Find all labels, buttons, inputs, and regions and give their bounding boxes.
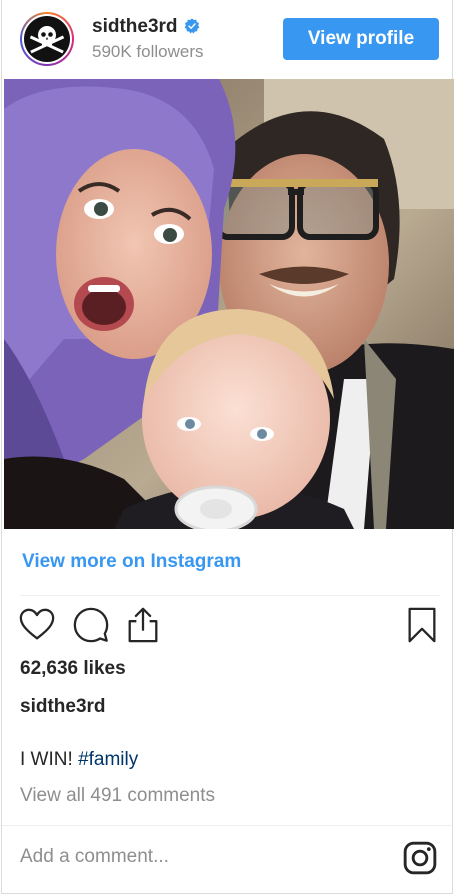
bookmark-icon[interactable] xyxy=(403,606,441,644)
username[interactable]: sidthe3rd xyxy=(92,16,200,38)
view-all-comments-link[interactable]: View all 491 comments xyxy=(20,785,215,807)
caption: I WIN! #family xyxy=(20,749,138,771)
instagram-embed: sidthe3rd 590K followers View profile Vi… xyxy=(1,0,454,894)
verified-badge-icon xyxy=(184,18,199,34)
post-photo[interactable] xyxy=(4,79,454,529)
instagram-icon[interactable] xyxy=(402,840,438,876)
divider xyxy=(20,595,440,596)
post-header: sidthe3rd 590K followers View profile xyxy=(2,0,454,78)
likes-count[interactable]: 62,636 likes xyxy=(20,658,126,680)
followers-count: 590K followers xyxy=(92,42,204,61)
add-comment-input[interactable]: Add a comment... xyxy=(20,846,169,868)
caption-text: I WIN! xyxy=(20,749,79,770)
share-icon[interactable] xyxy=(124,606,162,644)
skull-logo-icon xyxy=(24,16,70,62)
action-bar xyxy=(2,606,454,646)
heart-icon[interactable] xyxy=(18,606,56,644)
post-owner-username[interactable]: sidthe3rd xyxy=(20,696,106,718)
comment-icon[interactable] xyxy=(72,606,110,644)
hashtag-link[interactable]: #family xyxy=(78,749,138,770)
view-more-on-instagram-link[interactable]: View more on Instagram xyxy=(22,551,241,573)
view-profile-button[interactable]: View profile xyxy=(283,18,439,60)
username-text[interactable]: sidthe3rd xyxy=(92,16,178,37)
divider xyxy=(2,825,454,826)
avatar[interactable] xyxy=(20,12,74,66)
